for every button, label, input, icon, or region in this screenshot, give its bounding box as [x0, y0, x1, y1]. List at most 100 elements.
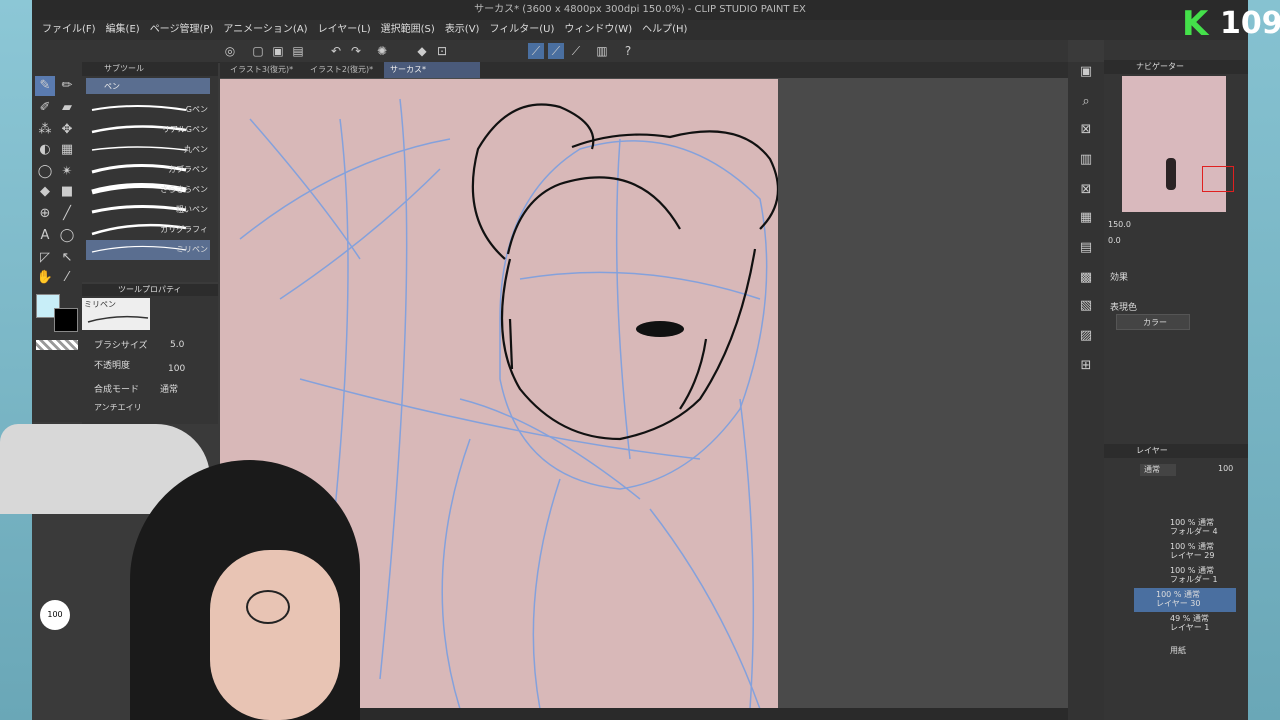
layer-blend-select[interactable]: 通常 [1140, 464, 1176, 476]
text-tool-icon[interactable]: A [35, 226, 55, 246]
layer-name: レイヤー 29 [1170, 551, 1215, 560]
blend-mode-value[interactable]: 通常 [160, 382, 178, 395]
layer-opacity-value[interactable]: 100 [1218, 464, 1233, 473]
redo-icon[interactable]: ↷ [348, 43, 364, 59]
zoom-tool-icon[interactable]: ⊕ [35, 204, 55, 224]
auto-select-tool-icon[interactable]: ✴ [57, 162, 77, 182]
fill-icon[interactable]: ◆ [414, 43, 430, 59]
layer-folder-1[interactable]: 100 % 通常 フォルダー 1 [1104, 564, 1248, 588]
layer-header: レイヤー [1104, 444, 1248, 458]
menu-page[interactable]: ページ管理(P) [150, 20, 214, 40]
menu-layer[interactable]: レイヤー(L) [318, 20, 371, 40]
menu-filter[interactable]: フィルター(U) [489, 20, 554, 40]
command-bar: ◎ ▢ ▣ ▤ ↶ ↷ ✺ ◆ ⊡ ⟋ ⟋ ⟋ ▥ ? [32, 40, 1068, 63]
intermediate-color-icon[interactable]: ▧ [1076, 296, 1096, 316]
blend-mode-label: 合成モード [94, 385, 140, 395]
layer-name: フォルダー 4 [1170, 527, 1218, 536]
snap-ruler-icon[interactable]: ⟋ [528, 43, 544, 59]
color-wheel-icon[interactable]: ▦ [1076, 208, 1096, 228]
brush-g-pen[interactable]: Gペン [86, 100, 210, 120]
brush-milli-pen[interactable]: ミリペン [86, 240, 210, 260]
color-history-icon[interactable]: ▩ [1076, 268, 1096, 288]
layer-mode: 100 % 通常 [1170, 542, 1214, 551]
brush-size-value[interactable]: 5.0 [170, 340, 184, 350]
brush-tool-icon[interactable]: ✐ [35, 98, 55, 118]
menu-selection[interactable]: 選択範囲(S) [381, 20, 435, 40]
snap-special-ruler-icon[interactable]: ⟋ [548, 43, 564, 59]
open-folder-icon[interactable]: ▣ [270, 43, 286, 59]
subtool-group-tab[interactable]: ペン [86, 78, 210, 94]
menu-file[interactable]: ファイル(F) [42, 20, 96, 40]
sub-color-swatch[interactable] [54, 308, 78, 332]
tab-illust3[interactable]: イラスト3(復元)* [224, 62, 299, 78]
material-icon[interactable]: ⊠ [1076, 120, 1096, 140]
transform-icon[interactable]: ⊡ [434, 43, 450, 59]
snap-grid-icon[interactable]: ⟋ [568, 43, 584, 59]
history-icon[interactable]: ⊞ [1076, 356, 1096, 376]
opacity-value[interactable]: 100 [168, 364, 185, 374]
brush-label: カブラペン [168, 165, 208, 174]
eraser-tool-icon[interactable]: ▰ [57, 98, 77, 118]
tab-illust2[interactable]: イラスト2(復元)* [304, 62, 379, 78]
brush-label: 丸ペン [184, 145, 208, 154]
menu-view[interactable]: 表示(V) [445, 20, 480, 40]
transparent-color-swatch[interactable] [36, 340, 78, 350]
expression-color-select[interactable]: カラー [1116, 314, 1190, 330]
blend-tool-icon[interactable]: ◐ [35, 140, 55, 160]
brush-rough-pen[interactable]: 粗いペン [86, 200, 210, 220]
navigator-rotate-value[interactable]: 0.0 [1108, 236, 1121, 245]
menu-help[interactable]: ヘルプ(H) [642, 20, 687, 40]
tab-circus[interactable]: サーカス* [384, 62, 480, 78]
approximate-color-icon[interactable]: ▨ [1076, 326, 1096, 346]
layer-paper[interactable]: 用紙 [1104, 640, 1248, 664]
clip-studio-icon[interactable]: ◎ [222, 43, 238, 59]
sub-view-icon[interactable]: ▣ [1076, 62, 1096, 82]
eyedropper-tool-icon[interactable]: ⁄ [57, 268, 77, 288]
menu-window[interactable]: ウィンドウ(W) [564, 20, 632, 40]
menu-edit[interactable]: 編集(E) [106, 20, 140, 40]
help-icon[interactable]: ? [620, 43, 636, 59]
layer-30[interactable]: 100 % 通常 レイヤー 30 [1134, 588, 1236, 612]
brush-calligraphy[interactable]: カリグラフィ [86, 220, 210, 240]
pencil-tool-icon[interactable]: ✏ [57, 76, 77, 96]
search-icon[interactable]: ⌕ [1076, 92, 1096, 112]
clear-icon[interactable]: ✺ [374, 43, 390, 59]
layer-1[interactable]: 49 % 通常 レイヤー 1 [1104, 612, 1248, 636]
decoration-tool-icon[interactable]: ⁂ [35, 120, 55, 140]
brush-real-g-pen[interactable]: リアルGペン [86, 120, 210, 140]
brush-preview: ミリペン [82, 298, 150, 330]
navigator-zoom-value[interactable]: 150.0 [1108, 220, 1131, 229]
right-icon-strip: ▣ ⌕ ⊠ ▥ ⊠ ▦ ▤ ▩ ▧ ▨ ⊞ [1068, 62, 1104, 720]
fill-tool-icon[interactable]: ◆ [35, 182, 55, 202]
save-icon[interactable]: ▤ [290, 43, 306, 59]
lasso-tool-icon[interactable]: ◯ [35, 162, 55, 182]
line-tool-icon[interactable]: ╱ [57, 204, 77, 224]
frame-tool-icon[interactable]: ▦ [57, 140, 77, 160]
color-set-icon[interactable]: ▤ [1076, 238, 1096, 258]
brush-label: ミリペン [176, 245, 208, 254]
brush-kabura-pen[interactable]: カブラペン [86, 160, 210, 180]
settings-icon[interactable]: ▥ [594, 43, 610, 59]
hand-tool-icon[interactable]: ✋ [35, 268, 55, 288]
layer-name: レイヤー 30 [1156, 599, 1201, 608]
layer-folder-4[interactable]: 100 % 通常 フォルダー 4 [1104, 516, 1248, 540]
balloon-tool-icon[interactable]: ◯ [57, 226, 77, 246]
document-tabs: イラスト3(復元)* イラスト2(復元)* サーカス* [220, 62, 1068, 78]
new-file-icon[interactable]: ▢ [250, 43, 266, 59]
object-tool-icon[interactable]: ↖ [57, 248, 77, 268]
person-face [210, 550, 340, 720]
navigator-preview[interactable] [1122, 76, 1234, 212]
brush-round-pen[interactable]: 丸ペン [86, 140, 210, 160]
operation-tool-icon[interactable]: ◸ [35, 248, 55, 268]
layer-property-icon[interactable]: ▥ [1076, 150, 1096, 170]
close-panel-icon[interactable]: ⊠ [1076, 180, 1096, 200]
gradient-tool-icon[interactable]: ■ [57, 182, 77, 202]
layer-29[interactable]: 100 % 通常 レイヤー 29 [1104, 540, 1248, 564]
pen-tool-icon[interactable]: ✎ [35, 76, 55, 96]
navigator-character [1166, 158, 1176, 190]
undo-icon[interactable]: ↶ [328, 43, 344, 59]
move-tool-icon[interactable]: ✥ [57, 120, 77, 140]
brush-sarasara-pen[interactable]: さらさらペン [86, 180, 210, 200]
menu-animation[interactable]: アニメーション(A) [223, 20, 307, 40]
effects-header: 効果 [1110, 273, 1129, 283]
